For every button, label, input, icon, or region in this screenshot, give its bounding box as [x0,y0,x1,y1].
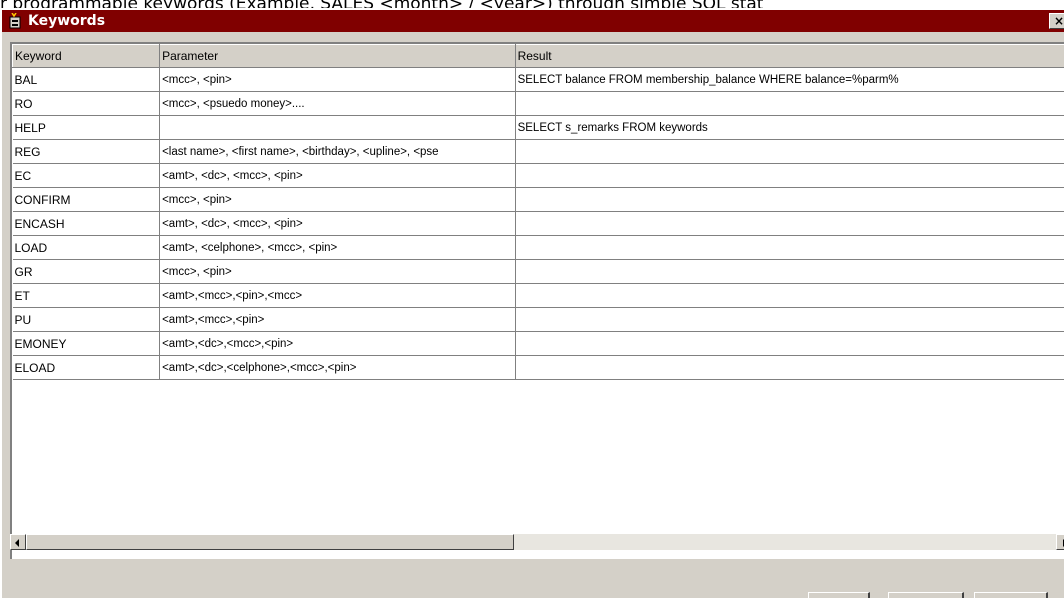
cell-parameter[interactable]: <mcc>, <pin> [159,187,516,212]
cell-result[interactable]: SELECT s_remarks FROM keywords [515,115,1064,140]
table-row[interactable]: EC <amt>, <dc>, <mcc>, <pin> [12,163,1064,188]
window-icon [9,13,21,29]
table-row[interactable]: GR <mcc>, <pin> [12,259,1064,284]
table-row[interactable]: LOAD <amt>, <celphone>, <mcc>, <pin> [12,235,1064,260]
table-row[interactable]: ELOAD <amt>,<dc>,<celphone>,<mcc>,<pin> [12,355,1064,380]
cell-result[interactable] [515,259,1064,284]
cell-parameter[interactable]: <mcc>, <psuedo money>.... [159,91,516,116]
keywords-table: Keyword Parameter Result BAL <mcc>, <pin>… [12,44,1064,380]
add-button[interactable]: Add [808,592,870,598]
cell-parameter[interactable]: <mcc>, <pin> [159,259,516,284]
cell-parameter[interactable] [159,115,516,140]
table-row[interactable]: EMONEY <amt>,<dc>,<mcc>,<pin> [12,331,1064,356]
column-header-keyword[interactable]: Keyword [12,44,161,68]
cell-keyword[interactable]: ELOAD [12,355,161,380]
cell-parameter[interactable]: <amt>,<mcc>,<pin> [159,307,516,332]
cell-result[interactable]: SELECT balance FROM membership_balance W… [515,67,1064,92]
cell-parameter[interactable]: <amt>,<mcc>,<pin>,<mcc> [159,283,516,308]
cell-keyword[interactable]: REG [12,139,161,164]
background-caption: r programmable keywords (Example, SALES … [0,0,1064,8]
cell-keyword[interactable]: BAL [12,67,161,92]
table-row[interactable]: CONFIRM <mcc>, <pin> [12,187,1064,212]
scroll-left-button[interactable] [10,534,26,550]
cell-keyword[interactable]: PU [12,307,161,332]
cell-parameter[interactable]: <amt>, <dc>, <mcc>, <pin> [159,211,516,236]
keywords-grid[interactable]: Keyword Parameter Result BAL <mcc>, <pin>… [10,42,1064,559]
cell-keyword[interactable]: CONFIRM [12,187,161,212]
arrow-left-icon [15,539,19,547]
cell-parameter[interactable]: <amt>,<dc>,<mcc>,<pin> [159,331,516,356]
cell-keyword[interactable]: EMONEY [12,331,161,356]
cell-keyword[interactable]: LOAD [12,235,161,260]
horizontal-scrollbar[interactable] [10,534,1064,550]
cell-parameter[interactable]: <amt>,<dc>,<celphone>,<mcc>,<pin> [159,355,516,380]
cell-keyword[interactable]: HELP [12,115,161,140]
cell-keyword[interactable]: GR [12,259,161,284]
delete-button[interactable]: Delete [888,592,964,598]
table-row[interactable]: REG <last name>, <first name>, <birthday>… [12,139,1064,164]
scroll-right-button[interactable] [1056,534,1064,550]
column-header-parameter[interactable]: Parameter [159,44,516,68]
close-button[interactable]: Close [974,592,1048,598]
table-row[interactable]: ENCASH <amt>, <dc>, <mcc>, <pin> [12,211,1064,236]
cell-result[interactable] [515,211,1064,236]
close-icon[interactable]: × [1049,13,1064,29]
cell-keyword[interactable]: RO [12,91,161,116]
cell-result[interactable] [515,187,1064,212]
cell-keyword[interactable]: ET [12,283,161,308]
cell-parameter[interactable]: <mcc>, <pin> [159,67,516,92]
cell-result[interactable] [515,283,1064,308]
table-row[interactable]: HELP SELECT s_remarks FROM keywords [12,115,1064,140]
cell-result[interactable] [515,91,1064,116]
cell-parameter[interactable]: <amt>, <dc>, <mcc>, <pin> [159,163,516,188]
window-title: Keywords [28,13,106,29]
cell-keyword[interactable]: EC [12,163,161,188]
table-row[interactable]: ET <amt>,<mcc>,<pin>,<mcc> [12,283,1064,308]
cell-result[interactable] [515,355,1064,380]
table-row[interactable]: PU <amt>,<mcc>,<pin> [12,307,1064,332]
cell-keyword[interactable]: ENCASH [12,211,161,236]
table-row[interactable]: RO <mcc>, <psuedo money>.... [12,91,1064,116]
cell-result[interactable] [515,331,1064,356]
cell-parameter[interactable]: <last name>, <first name>, <birthday>, <… [159,139,516,164]
cell-result[interactable] [515,139,1064,164]
cell-parameter[interactable]: <amt>, <celphone>, <mcc>, <pin> [159,235,516,260]
title-bar[interactable]: Keywords × [2,10,1064,32]
scrollbar-thumb[interactable] [26,534,514,550]
cell-result[interactable] [515,163,1064,188]
column-header-result[interactable]: Result [514,44,1064,68]
table-header-row: Keyword Parameter Result [12,44,1064,68]
keywords-window: Keywords × Keyword Parameter Result BAL <… [0,8,1064,598]
cell-result[interactable] [515,307,1064,332]
cell-result[interactable] [515,235,1064,260]
table-row[interactable]: BAL <mcc>, <pin> SELECT balance FROM membe… [12,67,1064,92]
